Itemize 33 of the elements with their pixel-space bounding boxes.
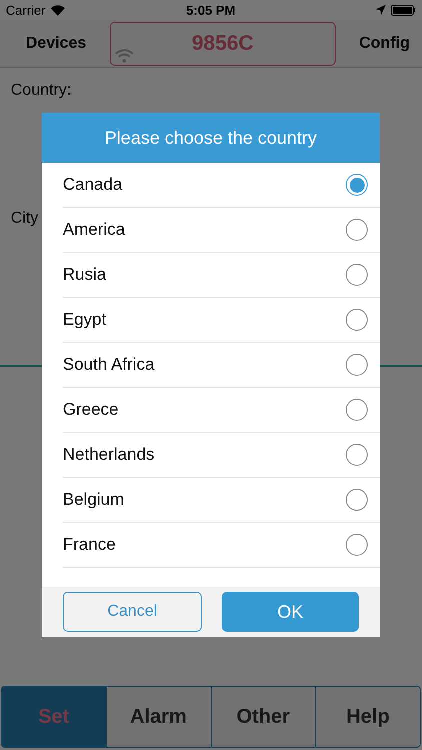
devices-link[interactable]: Devices — [26, 34, 86, 52]
radio-button[interactable] — [346, 444, 368, 466]
country-option[interactable]: France — [63, 523, 380, 568]
config-link[interactable]: Config — [359, 34, 410, 52]
country-option[interactable]: South Africa — [63, 343, 380, 388]
tab[interactable]: Alarm — [106, 687, 210, 747]
country-option[interactable]: Egypt — [63, 298, 380, 343]
wifi-icon — [50, 4, 65, 16]
radio-button[interactable] — [346, 309, 368, 331]
radio-button[interactable] — [346, 534, 368, 556]
device-id: 9856C — [192, 32, 254, 56]
country-option[interactable]: Belgium — [63, 478, 380, 523]
radio-button[interactable] — [346, 219, 368, 241]
country-option[interactable]: Canada — [63, 163, 380, 208]
battery-icon — [390, 4, 416, 16]
radio-button[interactable] — [346, 174, 368, 196]
field-label: Country: — [11, 82, 72, 100]
country-option[interactable]: Greece — [63, 388, 380, 433]
wifi-icon — [114, 48, 134, 62]
location-icon — [376, 5, 386, 15]
tab[interactable]: Help — [315, 687, 420, 747]
carrier-text: Carrier — [6, 2, 46, 18]
dialog-title: Please choose the country — [42, 113, 380, 163]
tab[interactable]: Other — [210, 687, 316, 747]
radio-button[interactable] — [346, 489, 368, 511]
radio-button[interactable] — [346, 264, 368, 286]
country-option[interactable]: Rusia — [63, 253, 380, 298]
radio-button[interactable] — [346, 399, 368, 421]
radio-button[interactable] — [346, 354, 368, 376]
time-text: 5:05 PM — [186, 2, 236, 18]
country-option[interactable]: Netherlands — [63, 433, 380, 478]
field-label: City — [11, 210, 40, 228]
country-option[interactable]: America — [63, 208, 380, 253]
